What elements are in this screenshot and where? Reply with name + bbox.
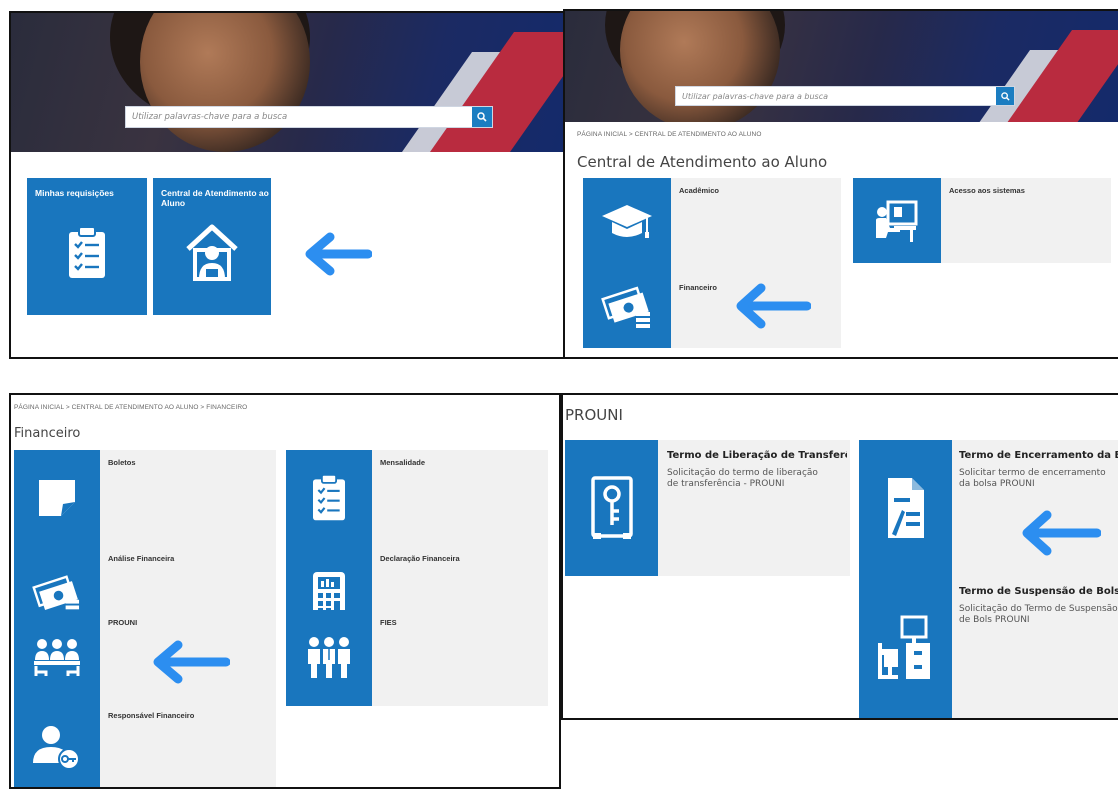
document-fold-icon bbox=[39, 480, 75, 516]
graduation-cap-icon bbox=[602, 204, 652, 238]
arrow-pointer-icon bbox=[736, 283, 811, 329]
office-desk-icon bbox=[877, 615, 930, 679]
user-key-icon bbox=[33, 725, 80, 769]
tile-acesso-sistemas[interactable]: Acesso aos sistemas bbox=[853, 178, 1111, 263]
clipboard-checklist-icon bbox=[69, 226, 105, 278]
panel-home: Utilizar palavras-chave para a busca Min… bbox=[10, 12, 564, 358]
document-pen-icon bbox=[887, 478, 924, 538]
home-student-icon bbox=[186, 224, 238, 281]
tile-title: Termo de Encerramento da Bolsa PRO bbox=[959, 450, 1118, 461]
tile-prouni[interactable]: PROUNI bbox=[14, 610, 276, 706]
tile-description: Solicitação do Termo de Suspensão de Bol… bbox=[959, 604, 1118, 625]
arrow-pointer-icon bbox=[153, 640, 230, 684]
tile-label: Análise Financeira bbox=[108, 554, 175, 563]
arrow-pointer-icon bbox=[1022, 510, 1101, 556]
tile-icon-box bbox=[286, 450, 372, 546]
tile-label: Boletos bbox=[108, 458, 136, 467]
tile-label: Central de Atendimento ao Aluno bbox=[161, 188, 269, 208]
tile-label: FIES bbox=[380, 618, 397, 627]
tile-description: Solicitar termo de encerramento da bolsa… bbox=[959, 468, 1106, 489]
search-button[interactable] bbox=[996, 87, 1014, 105]
tile-label: Acadêmico bbox=[679, 186, 720, 195]
tile-title: Termo de Suspensão de Bolsa PROUNI bbox=[959, 586, 1118, 597]
breadcrumb[interactable]: PÁGINA INICIAL > CENTRAL DE ATENDIMENTO … bbox=[577, 131, 762, 138]
tile-academico[interactable]: Acadêmico bbox=[583, 178, 841, 263]
search-icon bbox=[477, 112, 487, 122]
panel-financeiro: PÁGINA INICIAL > CENTRAL DE ATENDIMENTO … bbox=[10, 394, 560, 787]
hero-banner bbox=[10, 12, 564, 152]
computer-user-icon bbox=[876, 200, 918, 242]
tile-icon-box bbox=[565, 440, 658, 576]
tile-label: Mensalidade bbox=[380, 458, 426, 467]
tile-icon-box bbox=[859, 576, 952, 719]
tile-icon-box bbox=[583, 263, 671, 348]
tile-termo-liberacao[interactable]: Termo de Liberação de Transferência - P.… bbox=[565, 440, 850, 576]
search-input[interactable]: Utilizar palavras-chave para a busca bbox=[126, 112, 472, 122]
search-bar[interactable]: Utilizar palavras-chave para a busca bbox=[125, 106, 493, 128]
tile-icon-box bbox=[859, 440, 952, 576]
tile-boletos[interactable]: Boletos bbox=[14, 450, 276, 546]
tile-label: PROUNI bbox=[108, 618, 138, 627]
search-input[interactable]: Utilizar palavras-chave para a busca bbox=[676, 92, 996, 101]
search-icon bbox=[1000, 91, 1010, 101]
breadcrumb[interactable]: PÁGINA INICIAL > CENTRAL DE ATENDIMENTO … bbox=[14, 404, 247, 411]
tile-minhas-requisicoes[interactable]: Minhas requisições bbox=[27, 178, 147, 315]
tile-title: Termo de Liberação de Transferência - P.… bbox=[667, 450, 847, 461]
tile-icon-box bbox=[583, 178, 671, 263]
tile-label: Acesso aos sistemas bbox=[949, 186, 1025, 195]
tile-icon-box bbox=[286, 610, 372, 706]
panel-prouni: PROUNI Termo de Liberação de Transferênc… bbox=[561, 394, 1118, 719]
student-photo bbox=[140, 12, 310, 152]
panel-central-atendimento: Utilizar palavras-chave para a busca PÁG… bbox=[565, 10, 1118, 358]
page-title: Financeiro bbox=[14, 426, 81, 441]
group-people-icon bbox=[308, 637, 350, 678]
page-title: Central de Atendimento ao Aluno bbox=[577, 153, 828, 171]
tile-icon-box bbox=[14, 706, 100, 787]
clipboard-checklist-icon bbox=[313, 474, 345, 521]
page-title: PROUNI bbox=[565, 406, 623, 424]
tile-icon-box bbox=[14, 450, 100, 546]
tile-fies[interactable]: FIES bbox=[286, 610, 548, 706]
tile-label: Financeiro bbox=[679, 283, 717, 292]
tile-financeiro[interactable]: Financeiro bbox=[583, 263, 841, 348]
search-bar[interactable]: Utilizar palavras-chave para a busca bbox=[675, 86, 1015, 106]
tile-icon-box bbox=[14, 610, 100, 706]
meeting-people-icon bbox=[34, 639, 80, 676]
search-button[interactable] bbox=[472, 107, 492, 127]
money-bills-icon bbox=[601, 285, 650, 328]
tile-mensalidade[interactable]: Mensalidade bbox=[286, 450, 548, 546]
tile-icon-box bbox=[853, 178, 941, 263]
tile-description: Solicitação do termo de liberação de tra… bbox=[667, 468, 818, 489]
arrow-pointer-icon bbox=[305, 232, 372, 276]
tile-label: Declaração Financeira bbox=[380, 554, 460, 563]
safe-key-icon bbox=[590, 476, 633, 539]
tile-responsavel-financeiro[interactable]: Responsável Financeiro bbox=[14, 706, 276, 787]
tile-central-atendimento[interactable]: Central de Atendimento ao Aluno bbox=[153, 178, 271, 315]
tile-termo-suspensao[interactable]: Termo de Suspensão de Bolsa PROUNI Solic… bbox=[859, 576, 1118, 719]
tile-termo-encerramento[interactable]: Termo de Encerramento da Bolsa PRO Solic… bbox=[859, 440, 1118, 576]
tile-label: Responsável Financeiro bbox=[108, 711, 195, 720]
tile-label: Minhas requisições bbox=[35, 188, 114, 198]
